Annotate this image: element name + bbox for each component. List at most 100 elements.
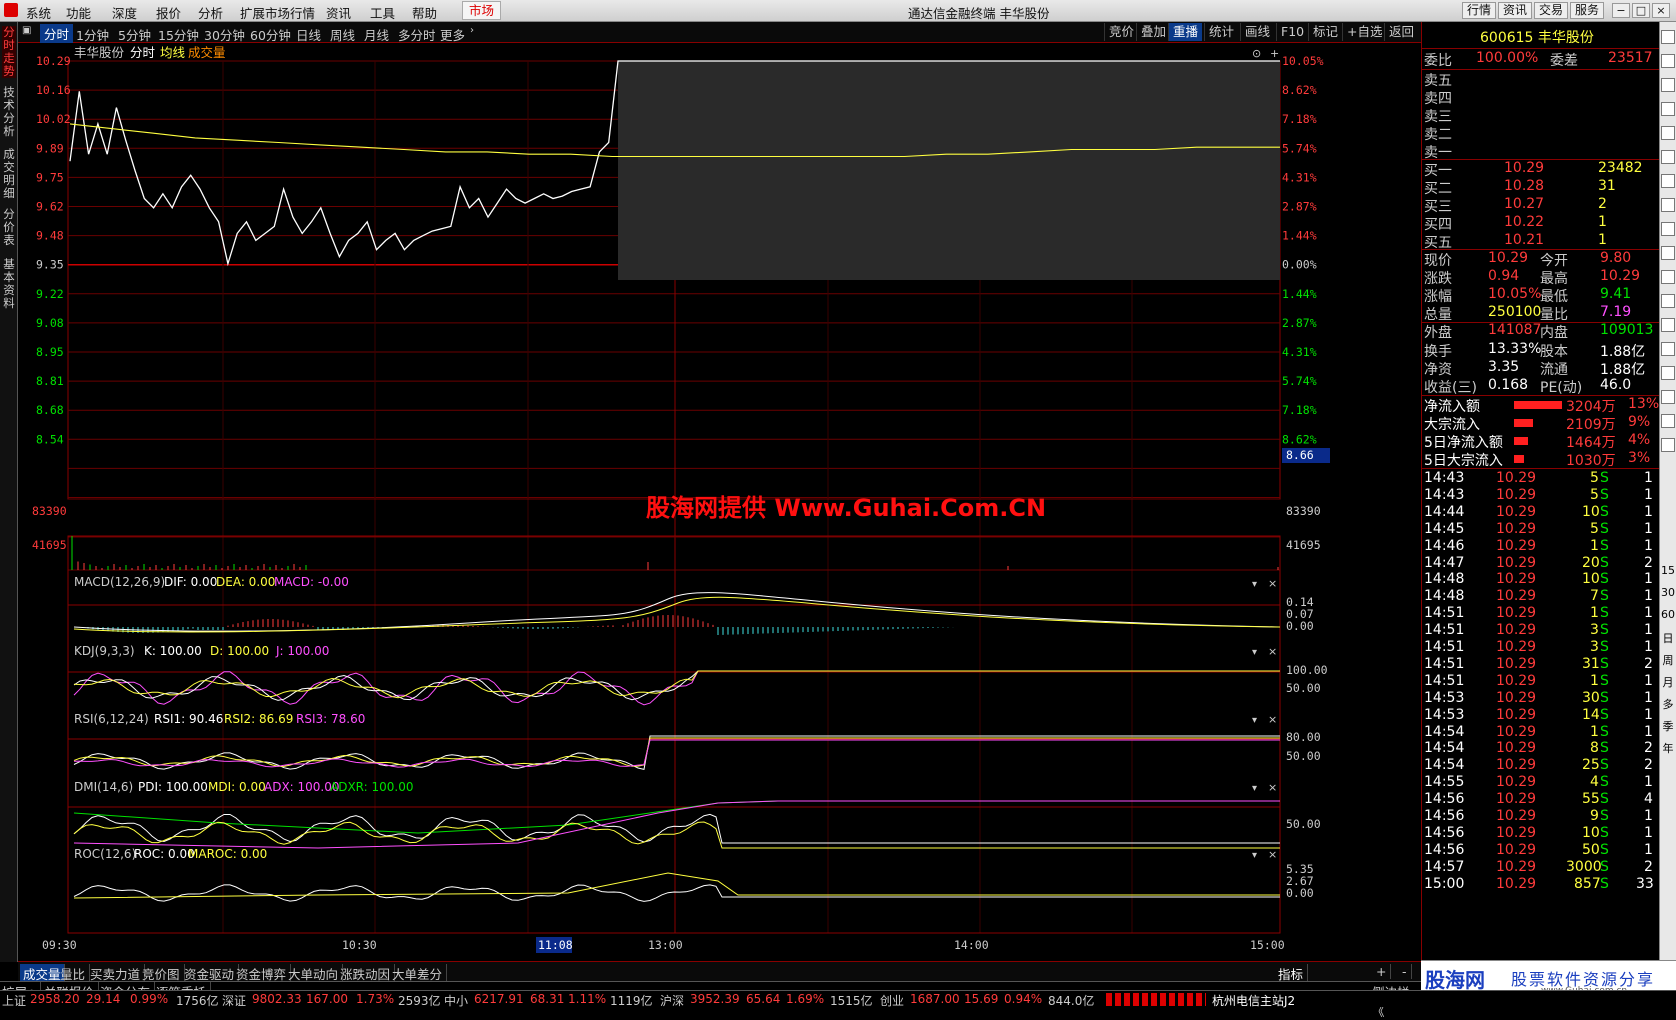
period-shortcut[interactable]: 15 [1660, 564, 1676, 577]
period-60min[interactable]: 60分钟 [250, 25, 291, 44]
idx-sh-label[interactable]: 上证 [2, 992, 26, 1009]
tool-replay[interactable]: 重播 [1168, 23, 1203, 41]
menu-depth[interactable]: 深度 [112, 3, 137, 22]
period-15min[interactable]: 15分钟 [158, 25, 199, 44]
toolbar-menu-icon[interactable]: ▣ [22, 25, 31, 36]
tool-icon[interactable] [1661, 366, 1675, 380]
tool-icon[interactable] [1661, 198, 1675, 212]
menu-function[interactable]: 功能 [66, 3, 91, 22]
chevron-right-icon[interactable]: › [470, 25, 474, 36]
panel-dropdown-icon[interactable]: ▾ [1252, 783, 1257, 794]
chart-settings-icon[interactable]: ⊙ [1252, 47, 1261, 60]
period-shortcut[interactable]: 周 [1660, 652, 1676, 668]
tool-icon[interactable] [1661, 222, 1675, 236]
idx-hs-value: 3952.39 [690, 992, 740, 1006]
period-month[interactable]: 月线 [364, 25, 389, 44]
panel-close-icon[interactable]: × [1268, 848, 1277, 861]
panel-close-icon[interactable]: × [1268, 781, 1277, 794]
menu-quote[interactable]: 报价 [156, 3, 181, 22]
tab-basic-info[interactable]: 基本资料 [2, 258, 16, 310]
menu-help[interactable]: 帮助 [412, 3, 437, 22]
menu-system[interactable]: 系统 [26, 3, 51, 22]
tool-icon[interactable] [1661, 342, 1675, 356]
panel-dropdown-icon[interactable]: ▾ [1252, 579, 1257, 590]
tool-icon[interactable] [1661, 54, 1675, 68]
tool-icon[interactable] [1661, 318, 1675, 332]
tool-draw[interactable]: 画线 [1240, 23, 1274, 41]
menu-market[interactable]: 市场 [462, 1, 502, 20]
period-multi[interactable]: 多分时 [398, 25, 436, 44]
tick-side: S [1600, 520, 1609, 537]
period-shortcut[interactable]: 60 [1660, 608, 1676, 621]
menubar: 系统 功能 深度 报价 分析 扩展市场行情 资讯 工具 帮助 市场 通达信金融终… [0, 0, 1676, 22]
tool-icon[interactable] [1661, 150, 1675, 164]
minimize-icon[interactable]: − [1612, 3, 1630, 18]
tab-intraday[interactable]: 分时走势 [2, 26, 16, 78]
idx-sz-label[interactable]: 深证 [222, 992, 246, 1009]
tool-mark[interactable]: 标记 [1308, 23, 1342, 41]
tool-icon[interactable] [1661, 30, 1675, 44]
menu-ext-market[interactable]: 扩展市场行情 [240, 3, 315, 22]
flow-label: 5日净流入额 [1424, 435, 1503, 451]
period-shortcut[interactable]: 多 [1660, 696, 1676, 712]
btn-zixun[interactable]: 资讯 [1498, 2, 1533, 19]
tool-icon[interactable] [1661, 414, 1675, 428]
panel-dropdown-icon[interactable]: ▾ [1252, 647, 1257, 658]
idx-hs-label[interactable]: 沪深 [660, 992, 684, 1009]
tab-trades[interactable]: 成交明细 [2, 148, 16, 200]
btn-jiaoyi[interactable]: 交易 [1534, 2, 1569, 19]
btn-fuwu[interactable]: 服务 [1570, 2, 1605, 19]
panel-dropdown-icon[interactable]: ▾ [1252, 850, 1257, 861]
tool-add-favorite[interactable]: +自选 [1342, 23, 1386, 41]
tick-count: 1 [1644, 723, 1653, 740]
idx-cy-label[interactable]: 创业 [880, 992, 904, 1009]
panel-close-icon[interactable]: × [1268, 645, 1277, 658]
tool-back[interactable]: 返回 [1384, 23, 1418, 41]
tool-icon[interactable] [1661, 126, 1675, 140]
btab-plus[interactable]: + [1376, 964, 1392, 979]
period-shortcut[interactable]: 30 [1660, 586, 1676, 599]
close-icon[interactable]: × [1652, 3, 1670, 18]
period-fenshi[interactable]: 分时 [40, 24, 74, 43]
panel-controls[interactable]: ▾ × ▾ × ▾ × ▾ × ▾ × [1252, 577, 1277, 861]
tool-icon[interactable] [1661, 294, 1675, 308]
idx-zx-label[interactable]: 中小 [444, 992, 468, 1009]
rsi-2: RSI2: 86.69 [224, 712, 293, 726]
tick-price: 10.29 [1496, 740, 1537, 757]
period-5min[interactable]: 5分钟 [118, 25, 151, 44]
period-shortcut[interactable]: 年 [1660, 740, 1676, 756]
period-day[interactable]: 日线 [296, 25, 321, 44]
btn-hangqing[interactable]: 行情 [1462, 2, 1497, 19]
menu-tools[interactable]: 工具 [370, 3, 395, 22]
tab-price-table[interactable]: 分价表 [2, 208, 16, 247]
tool-jingjia[interactable]: 竞价 [1104, 23, 1138, 41]
menu-analysis[interactable]: 分析 [198, 3, 223, 22]
tool-icon[interactable] [1661, 246, 1675, 260]
period-week[interactable]: 周线 [330, 25, 355, 44]
tool-icon[interactable] [1661, 270, 1675, 284]
period-shortcut[interactable]: 季 [1660, 718, 1676, 734]
tool-f10[interactable]: F10 [1276, 23, 1308, 41]
tool-icon[interactable] [1661, 174, 1675, 188]
tool-icon[interactable] [1661, 78, 1675, 92]
panel-close-icon[interactable]: × [1268, 713, 1277, 726]
btab-minus[interactable]: - [1402, 964, 1412, 979]
tool-icon[interactable] [1661, 390, 1675, 404]
tool-overlay[interactable]: 叠加 [1136, 23, 1170, 41]
tool-icon[interactable] [1661, 438, 1675, 452]
panel-close-icon[interactable]: × [1268, 577, 1277, 590]
tool-stats[interactable]: 统计 [1204, 23, 1238, 41]
maximize-icon[interactable]: □ [1632, 3, 1650, 18]
server-name[interactable]: 杭州电信主站J2 [1212, 992, 1295, 1009]
tool-icon[interactable] [1661, 102, 1675, 116]
panel-dropdown-icon[interactable]: ▾ [1252, 715, 1257, 726]
menu-news[interactable]: 资讯 [326, 3, 351, 22]
period-more[interactable]: 更多 [440, 25, 465, 44]
period-shortcut[interactable]: 日 [1660, 630, 1676, 646]
tab-technical[interactable]: 技术分析 [2, 86, 16, 138]
period-30min[interactable]: 30分钟 [204, 25, 245, 44]
period-1min[interactable]: 1分钟 [76, 25, 109, 44]
period-shortcut[interactable]: 月 [1660, 674, 1676, 690]
kdj-scale-1: 50.00 [1286, 681, 1321, 695]
chart-add-icon[interactable]: + [1270, 47, 1279, 60]
